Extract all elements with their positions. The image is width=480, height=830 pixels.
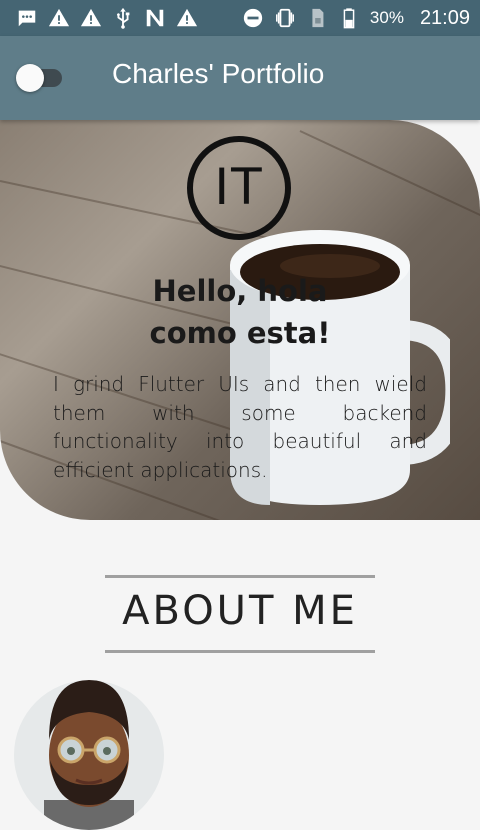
hero-description: I grind Flutter UIs and then wield them … xyxy=(53,372,427,482)
theme-toggle[interactable] xyxy=(16,64,64,92)
toggle-thumb xyxy=(16,64,44,92)
hero-greeting-line1: Hello, hola xyxy=(152,274,328,308)
sim-icon xyxy=(306,7,328,29)
message-icon xyxy=(16,7,38,29)
about-divider-bottom xyxy=(105,650,375,653)
app-title: Charles' Portfolio xyxy=(112,58,325,89)
status-bar-left-icons xyxy=(16,7,198,29)
avatar xyxy=(14,680,164,830)
about-divider-top xyxy=(105,575,375,578)
status-bar-right-icons: 30% 21:09 xyxy=(242,7,470,30)
vibrate-icon xyxy=(274,7,296,29)
battery-percent: 30% xyxy=(369,8,404,27)
warning-icon xyxy=(80,7,102,29)
usb-icon xyxy=(112,7,134,29)
status-bar: 30% 21:09 xyxy=(0,0,480,36)
warning-icon xyxy=(48,7,70,29)
clock: 21:09 xyxy=(419,6,470,29)
app-bar: Charles' Portfolio xyxy=(0,36,480,120)
battery-icon xyxy=(338,7,360,29)
warning-icon xyxy=(176,7,198,29)
hero-greeting-line2: como esta! xyxy=(149,316,331,350)
it-logo: IT xyxy=(187,136,291,240)
hero-greeting: Hello, hola como esta! xyxy=(0,270,480,354)
hero-banner: IT Hello, hola como esta! I grind Flutte… xyxy=(0,120,480,520)
logo-text: IT xyxy=(214,158,264,216)
wood-grain xyxy=(299,130,480,217)
do-not-disturb-icon xyxy=(242,7,264,29)
about-heading: ABOUT ME xyxy=(122,588,358,634)
nfc-icon xyxy=(144,7,166,29)
